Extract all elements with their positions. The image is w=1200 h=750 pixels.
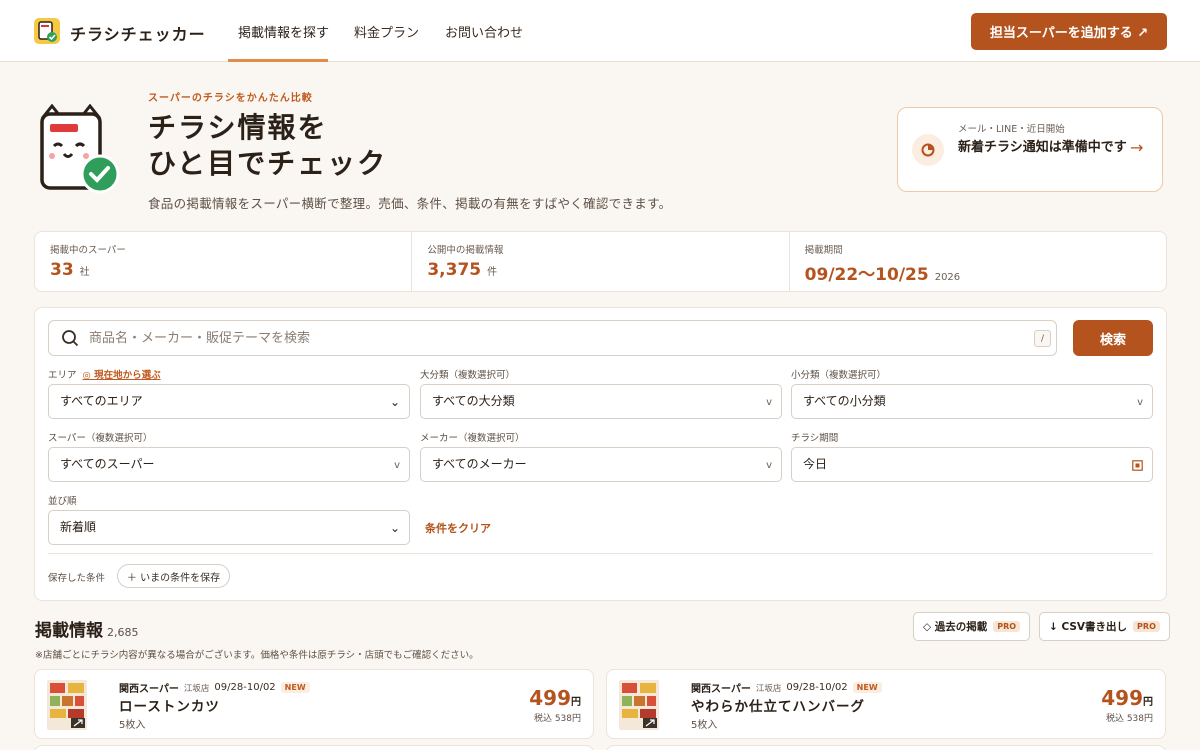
listing-date: 09/28-10/02: [786, 682, 848, 693]
csv-export-button[interactable]: ↓ CSV書き出し PRO: [1039, 612, 1170, 641]
hero-title: チラシ情報を ひと目でチェック: [148, 110, 387, 182]
maker-select[interactable]: すべてのメーカー v: [420, 447, 782, 482]
search-box: /: [48, 320, 1057, 356]
arrow-right-icon[interactable]: →: [1130, 138, 1143, 157]
chevron-down-icon: v: [766, 397, 772, 408]
hero-title-line1: チラシ情報を: [148, 111, 328, 144]
save-conditions-button[interactable]: ＋ いまの条件を保存: [117, 564, 230, 588]
listings-title: 掲載情報 2,685: [35, 621, 139, 641]
sort-select[interactable]: 新着順 ⌄: [48, 510, 410, 545]
stat-value: 33 社: [50, 260, 90, 280]
chevron-down-icon: v: [1137, 397, 1143, 408]
listing-card[interactable]: 関西スーパー 江坂店 09/28-10/02 NEW やわらか仕立てハンバーグ …: [606, 669, 1166, 739]
stat-value: 09/22〜10/25 2026: [804, 265, 961, 285]
branch-name: 江坂店: [183, 683, 210, 694]
search-button[interactable]: 検索: [1073, 320, 1153, 356]
sort-label: 並び順: [48, 496, 77, 507]
tax-included-price: 税込 538円: [1105, 714, 1153, 724]
flyer-thumbnail[interactable]: [47, 680, 87, 730]
major-category-label: 大分類（複数選択可）: [420, 370, 516, 381]
listings-count: 2,685: [107, 626, 139, 639]
maker-label: メーカー（複数選択可）: [420, 433, 525, 444]
product-quantity: 5枚入: [119, 720, 146, 731]
stat-listings: 公開中の掲載情報 3,375 件: [412, 232, 790, 291]
listing-card[interactable]: [606, 745, 1166, 750]
product-price: 499円: [529, 686, 581, 710]
listing-card[interactable]: [34, 745, 594, 750]
chevron-down-icon: v: [394, 460, 400, 471]
use-location-link[interactable]: ◎ 現在地から選ぶ: [83, 370, 161, 381]
listing-meta: 関西スーパー 江坂店 09/28-10/02 NEW: [691, 680, 882, 695]
stat-supermarkets: 掲載中のスーパー 33 社: [35, 232, 413, 291]
stat-label: 公開中の掲載情報: [427, 245, 504, 256]
pro-badge: PRO: [1133, 621, 1160, 632]
store-name: 関西スーパー: [691, 684, 751, 695]
new-badge: NEW: [280, 682, 310, 693]
listing-date: 09/28-10/02: [214, 682, 276, 693]
new-badge: NEW: [852, 682, 882, 693]
stat-label: 掲載期間: [804, 245, 843, 256]
flyer-mascot-icon: [40, 104, 120, 194]
period-input[interactable]: 今日: [791, 447, 1153, 482]
notification-card[interactable]: メール・LINE・近日開始 新着チラシ通知は準備中です →: [897, 107, 1163, 192]
nav-contact[interactable]: お問い合わせ: [445, 22, 523, 41]
flyer-thumbnail[interactable]: [619, 680, 659, 730]
area-label: エリア ◎ 現在地から選ぶ: [48, 370, 161, 381]
add-supermarket-button[interactable]: 担当スーパーを追加する ↗: [971, 13, 1167, 50]
period-label: チラシ期間: [791, 433, 839, 444]
store-name: 関西スーパー: [119, 684, 179, 695]
search-panel: / 検索 エリア◎ 現在地から選ぶ すべてのエリア⌄ 大分類（複数選択可） すべ…: [34, 307, 1167, 601]
search-icon: [62, 330, 79, 347]
hero-description: 食品の掲載情報をスーパー横断で整理。売価、条件、掲載の有無をすばやく確認できます…: [148, 196, 672, 211]
stat-period: 掲載期間 09/22〜10/25 2026: [790, 232, 1166, 291]
saved-conditions-label: 保存した条件: [48, 573, 106, 584]
chevron-down-icon: ⌄: [389, 395, 400, 409]
shortcut-hint: /: [1034, 330, 1051, 347]
chevron-down-icon: v: [766, 460, 772, 471]
clock-icon: [912, 134, 944, 166]
stat-value: 3,375 件: [427, 260, 498, 280]
hero-title-line2: ひと目でチェック: [148, 147, 388, 180]
branch-name: 江坂店: [755, 683, 782, 694]
supermarket-label: スーパー（複数選択可）: [48, 433, 153, 444]
stat-unit: 社: [79, 267, 90, 278]
nav-active-indicator: [228, 59, 328, 62]
past-listings-button[interactable]: ◇ 過去の掲載 PRO: [913, 612, 1031, 641]
notify-caption: メール・LINE・近日開始: [958, 124, 1065, 135]
minor-category-select[interactable]: すべての小分類 v: [791, 384, 1153, 419]
logo-icon[interactable]: [33, 17, 61, 45]
product-name: ローストンカツ: [119, 699, 220, 715]
listings-note: ※店舗ごとにチラシ内容が異なる場合がございます。価格や条件は原チラシ・店頭でもご…: [35, 650, 479, 661]
nav-search-listings[interactable]: 掲載情報を探す: [238, 22, 329, 41]
pro-badge: PRO: [993, 621, 1021, 632]
supermarket-select[interactable]: すべてのスーパー v: [48, 447, 410, 482]
minor-category-label: 小分類（複数選択可）: [791, 370, 887, 381]
panel-divider: [48, 553, 1153, 554]
chevron-down-icon: ⌄: [389, 521, 400, 535]
product-quantity: 5枚入: [691, 720, 718, 731]
brand-name[interactable]: チラシチェッカー: [70, 21, 206, 45]
listing-card[interactable]: 関西スーパー 江坂店 09/28-10/02 NEW ローストンカツ 5枚入 4…: [34, 669, 594, 739]
stat-unit: 件: [487, 267, 498, 278]
stat-unit: 2026: [934, 272, 961, 283]
area-select[interactable]: すべてのエリア ⌄: [48, 384, 410, 419]
hero-eyebrow: スーパーのチラシをかんたん比較: [148, 93, 313, 104]
listing-meta: 関西スーパー 江坂店 09/28-10/02 NEW: [119, 680, 310, 695]
nav-pricing[interactable]: 料金プラン: [354, 22, 419, 41]
stat-label: 掲載中のスーパー: [50, 245, 126, 256]
top-header: チラシチェッカー 掲載情報を探す 料金プラン お問い合わせ 担当スーパーを追加す…: [0, 0, 1200, 62]
search-input[interactable]: [89, 321, 1029, 355]
calendar-icon: [1132, 449, 1143, 485]
notify-title: 新着チラシ通知は準備中です: [958, 140, 1127, 155]
major-category-select[interactable]: すべての大分類 v: [420, 384, 782, 419]
tax-included-price: 税込 538円: [533, 714, 581, 724]
product-price: 499円: [1101, 686, 1153, 710]
clear-filters-link[interactable]: 条件をクリア: [425, 520, 491, 536]
product-name: やわらか仕立てハンバーグ: [691, 699, 865, 715]
stats-bar: 掲載中のスーパー 33 社 公開中の掲載情報 3,375 件 掲載期間 09/22〜…: [34, 231, 1167, 292]
